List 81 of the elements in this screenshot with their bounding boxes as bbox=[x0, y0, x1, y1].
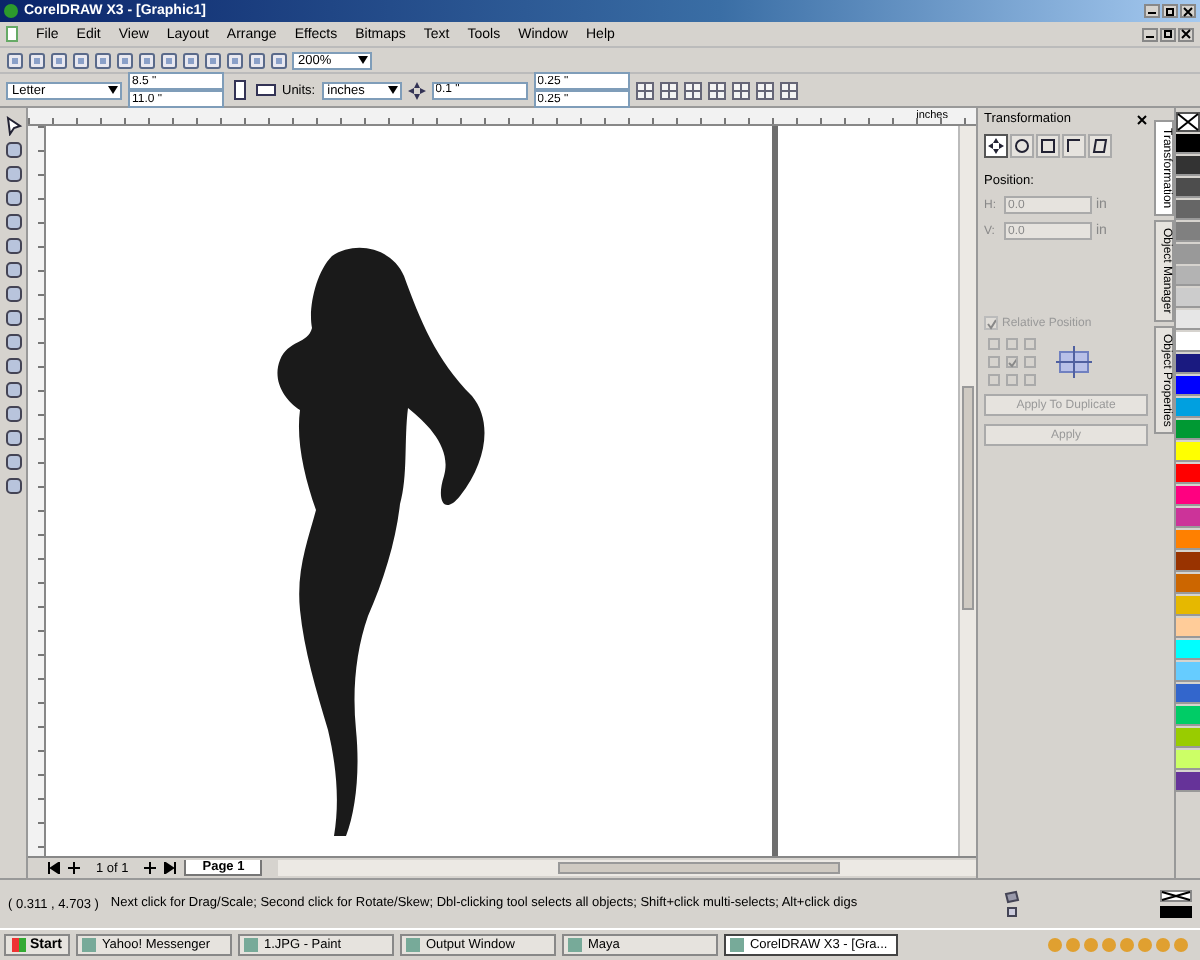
app-icon bbox=[243, 938, 258, 952]
rotate-mode-button[interactable] bbox=[1010, 134, 1034, 158]
grid-toggle-icon[interactable] bbox=[635, 81, 654, 99]
portrait-icon[interactable] bbox=[230, 80, 250, 100]
anchor-checkbox[interactable] bbox=[988, 338, 1000, 350]
color-swatch[interactable] bbox=[1176, 772, 1200, 792]
anchor-checkbox[interactable] bbox=[988, 374, 1000, 386]
close-button[interactable] bbox=[1178, 27, 1194, 41]
grid-toggle-icon[interactable] bbox=[731, 81, 750, 99]
close-button[interactable] bbox=[1180, 4, 1196, 18]
anchor-checkbox[interactable] bbox=[1006, 374, 1018, 386]
color-swatch[interactable] bbox=[1176, 222, 1200, 242]
color-swatch[interactable] bbox=[1176, 684, 1200, 704]
grid-toggle-icon[interactable] bbox=[659, 81, 678, 99]
color-swatch[interactable] bbox=[1176, 354, 1200, 374]
close-button[interactable] bbox=[1136, 113, 1148, 125]
color-swatch[interactable] bbox=[1176, 134, 1200, 154]
color-swatch[interactable] bbox=[1176, 178, 1200, 198]
outline-indicator-icon bbox=[1160, 890, 1192, 918]
add-page-button[interactable] bbox=[144, 862, 157, 874]
anchor-checkbox[interactable] bbox=[1024, 374, 1036, 386]
position-preview-icon bbox=[1056, 346, 1092, 378]
anchor-checkbox[interactable] bbox=[988, 356, 1000, 368]
color-swatch[interactable] bbox=[1176, 530, 1200, 550]
anchor-checkbox[interactable] bbox=[1024, 356, 1036, 368]
color-swatch[interactable] bbox=[1176, 376, 1200, 396]
caret-icon bbox=[387, 86, 398, 94]
app-logo-icon bbox=[4, 4, 18, 18]
windows-logo-icon bbox=[12, 938, 26, 952]
anchor-checkbox[interactable] bbox=[1006, 338, 1018, 350]
color-swatch[interactable] bbox=[1176, 398, 1200, 418]
color-swatch[interactable] bbox=[1176, 310, 1200, 330]
grid-toggle-icon[interactable] bbox=[755, 81, 774, 99]
color-swatch[interactable] bbox=[1176, 574, 1200, 594]
app-icon bbox=[729, 938, 744, 952]
color-swatch[interactable] bbox=[1176, 288, 1200, 308]
app-icon bbox=[405, 938, 420, 952]
color-swatch[interactable] bbox=[1176, 706, 1200, 726]
add-page-button[interactable] bbox=[68, 862, 80, 874]
scrollbar-thumb[interactable] bbox=[962, 386, 974, 610]
color-swatch[interactable] bbox=[1176, 200, 1200, 220]
scale-mode-button[interactable] bbox=[1036, 134, 1060, 158]
skew-mode-button[interactable] bbox=[1088, 134, 1112, 158]
vertical-scrollbar[interactable] bbox=[958, 126, 976, 856]
landscape-icon[interactable] bbox=[256, 80, 276, 100]
first-page-button[interactable] bbox=[48, 862, 60, 874]
anchor-checkbox[interactable] bbox=[1006, 356, 1018, 368]
last-page-button[interactable] bbox=[164, 862, 177, 874]
color-swatch[interactable] bbox=[1176, 662, 1200, 682]
color-swatch[interactable] bbox=[1176, 728, 1200, 748]
color-swatch[interactable] bbox=[1176, 442, 1200, 462]
pointer-icon[interactable] bbox=[3, 116, 23, 136]
caret-icon bbox=[108, 86, 118, 94]
color-swatch[interactable] bbox=[1176, 420, 1200, 440]
caret-icon bbox=[358, 56, 368, 64]
color-swatch[interactable] bbox=[1176, 156, 1200, 176]
document-icon bbox=[6, 26, 18, 42]
no-color-swatch-icon[interactable] bbox=[1176, 112, 1200, 132]
size-mode-button[interactable] bbox=[1062, 134, 1086, 158]
color-swatch[interactable] bbox=[1176, 640, 1200, 660]
color-swatch[interactable] bbox=[1176, 750, 1200, 770]
app-icon bbox=[81, 938, 96, 952]
move-mode-button[interactable] bbox=[984, 134, 1008, 158]
horizontal-scrollbar[interactable] bbox=[278, 860, 976, 876]
color-swatch[interactable] bbox=[1176, 596, 1200, 616]
grid-toggle-icon[interactable] bbox=[707, 81, 726, 99]
color-swatch[interactable] bbox=[1176, 552, 1200, 572]
fill-indicator-icon bbox=[1002, 890, 1023, 918]
grid-toggle-icon[interactable] bbox=[683, 81, 702, 99]
color-swatch[interactable] bbox=[1176, 266, 1200, 286]
color-swatch[interactable] bbox=[1176, 486, 1200, 506]
nudge-icon bbox=[407, 81, 426, 99]
color-swatch[interactable] bbox=[1176, 332, 1200, 352]
color-swatch[interactable] bbox=[1176, 618, 1200, 638]
scrollbar-thumb[interactable] bbox=[557, 862, 841, 874]
app-icon bbox=[567, 938, 582, 952]
color-swatch[interactable] bbox=[1176, 508, 1200, 528]
grid-toggle-icon[interactable] bbox=[779, 81, 798, 99]
color-swatch[interactable] bbox=[1176, 244, 1200, 264]
anchor-checkbox[interactable] bbox=[1024, 338, 1036, 350]
color-swatch[interactable] bbox=[1176, 464, 1200, 484]
